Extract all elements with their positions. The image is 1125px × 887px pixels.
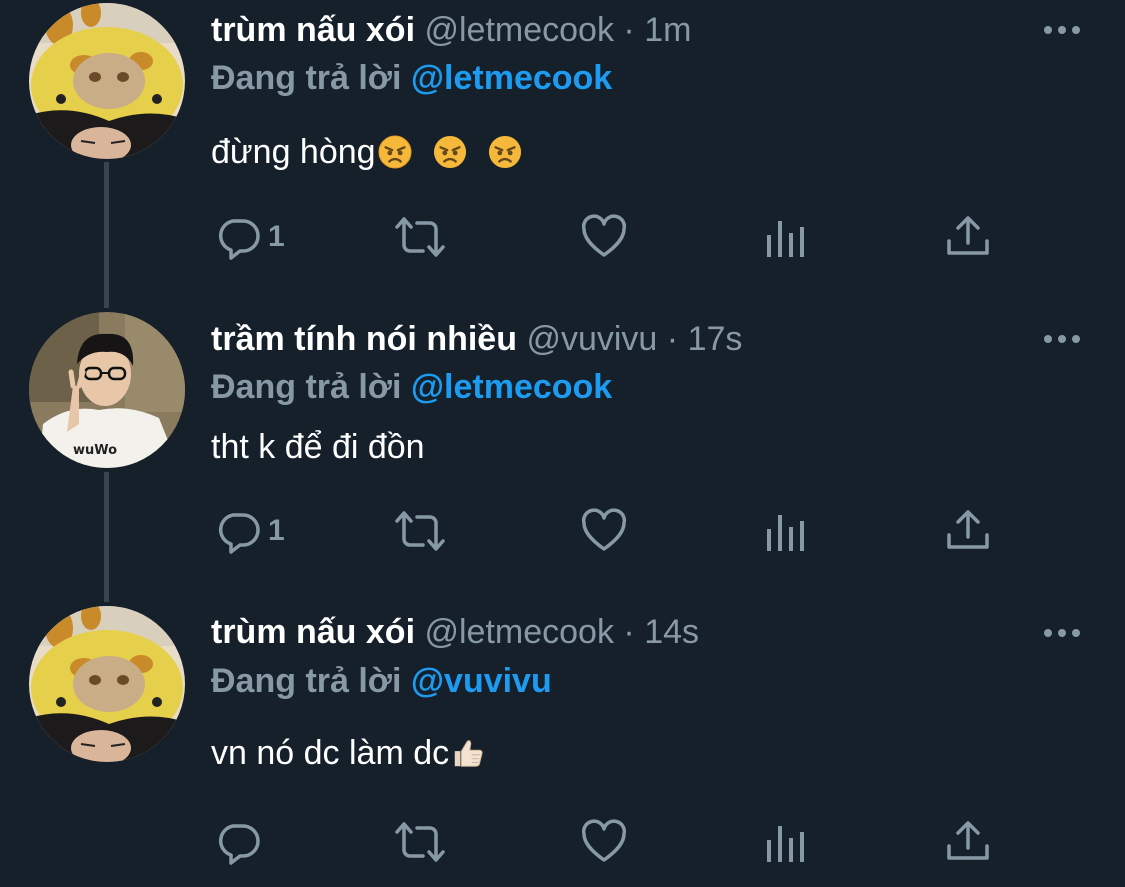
display-name[interactable]: trầm tính nói nhiều — [211, 320, 517, 358]
analytics-bars-icon — [767, 826, 804, 862]
heart-icon — [581, 819, 627, 862]
replying-to-label: Đang trả lời — [211, 368, 402, 406]
display-name[interactable]: trùm nấu xói — [211, 11, 415, 49]
heart-icon — [581, 214, 627, 257]
timestamp[interactable]: 17s — [688, 320, 743, 358]
reply-count: 1 — [268, 220, 285, 253]
reply-bubble-icon — [218, 513, 260, 554]
tweet-text-content: đừng hòng — [211, 133, 376, 171]
glasses-boy-avatar-image: wuWo — [29, 312, 185, 468]
share-upload-icon — [947, 216, 989, 255]
user-handle[interactable]: @letmecook — [424, 613, 613, 651]
retweet-icon — [395, 217, 445, 257]
retweet-button[interactable] — [393, 212, 447, 262]
replying-to-mention[interactable]: @letmecook — [411, 368, 612, 406]
more-horizontal-icon — [1044, 26, 1080, 34]
reply-button[interactable] — [214, 817, 268, 867]
tweet-text: đừng hòng — [211, 132, 522, 172]
retweet-button[interactable] — [393, 817, 447, 867]
replying-to: Đang trả lời @letmecook — [211, 58, 612, 98]
analytics-bars-icon — [767, 221, 804, 257]
retweet-button[interactable] — [393, 506, 447, 556]
replying-to-label: Đang trả lời — [211, 662, 402, 700]
separator-dot: · — [666, 320, 679, 358]
more-options-button[interactable] — [1040, 18, 1084, 42]
tweet-text-content: vn nó dc làm dc — [211, 734, 450, 772]
tweet-text: tht k để đi đồn — [211, 427, 425, 467]
tweet[interactable]: trùm nấu xói @letmecook · 1m Đang trả lờ… — [0, 0, 1125, 290]
share-upload-icon — [947, 510, 989, 549]
reply-button[interactable]: 1 — [214, 506, 285, 556]
thumbs-up-emoji — [451, 736, 485, 770]
reply-bubble-icon — [218, 219, 260, 260]
replying-to-mention[interactable]: @vuvivu — [411, 662, 552, 700]
reply-bubble-icon — [218, 824, 260, 865]
heart-icon — [581, 508, 627, 551]
retweet-icon — [395, 822, 445, 862]
replying-to-label: Đang trả lời — [211, 59, 402, 97]
reply-button[interactable]: 1 — [214, 212, 285, 262]
tweet-text: vn nó dc làm dc — [211, 733, 485, 773]
retweet-icon — [395, 511, 445, 551]
user-handle[interactable]: @vuvivu — [526, 320, 657, 358]
replying-to-mention[interactable]: @letmecook — [411, 59, 612, 97]
analytics-button[interactable] — [764, 212, 808, 262]
tweet[interactable]: trùm nấu xói @letmecook · 14s Đang trả l… — [0, 590, 1125, 887]
separator-dot: · — [623, 11, 635, 49]
angry-face-emoji — [378, 135, 412, 169]
giraffe-hat-avatar-image — [29, 3, 185, 159]
more-options-button[interactable] — [1040, 327, 1084, 351]
analytics-button[interactable] — [764, 506, 808, 556]
display-name[interactable]: trùm nấu xói — [211, 613, 415, 651]
like-button[interactable] — [580, 506, 628, 556]
more-options-button[interactable] — [1040, 621, 1084, 645]
svg-text:wuWo: wuWo — [73, 443, 117, 458]
analytics-bars-icon — [767, 515, 804, 551]
avatar[interactable] — [29, 3, 185, 159]
tweet[interactable]: wuWo trầm tính nói nhiều @vuvivu · 17s Đ… — [0, 290, 1125, 590]
share-button[interactable] — [945, 506, 991, 556]
avatar[interactable]: wuWo — [29, 312, 185, 468]
replying-to: Đang trả lời @vuvivu — [211, 661, 552, 701]
giraffe-hat-avatar-image — [29, 606, 185, 762]
like-button[interactable] — [580, 212, 628, 262]
tweet-header: trầm tính nói nhiều @vuvivu · 17s — [211, 319, 742, 359]
separator-dot: · — [623, 613, 635, 651]
tweet-header: trùm nấu xói @letmecook · 1m — [211, 10, 691, 50]
avatar[interactable] — [29, 606, 185, 762]
replying-to: Đang trả lời @letmecook — [211, 367, 612, 407]
share-button[interactable] — [945, 817, 991, 867]
share-button[interactable] — [945, 212, 991, 262]
tweet-header: trùm nấu xói @letmecook · 14s — [211, 612, 699, 652]
tweet-text-content: tht k để đi đồn — [211, 428, 425, 466]
reply-count: 1 — [268, 514, 285, 547]
more-horizontal-icon — [1044, 629, 1080, 637]
timestamp[interactable]: 1m — [644, 11, 691, 49]
angry-face-emoji — [488, 135, 522, 169]
analytics-button[interactable] — [764, 817, 808, 867]
like-button[interactable] — [580, 817, 628, 867]
angry-face-emoji — [433, 135, 467, 169]
more-horizontal-icon — [1044, 335, 1080, 343]
timestamp[interactable]: 14s — [644, 613, 699, 651]
share-upload-icon — [947, 821, 989, 860]
user-handle[interactable]: @letmecook — [424, 11, 613, 49]
